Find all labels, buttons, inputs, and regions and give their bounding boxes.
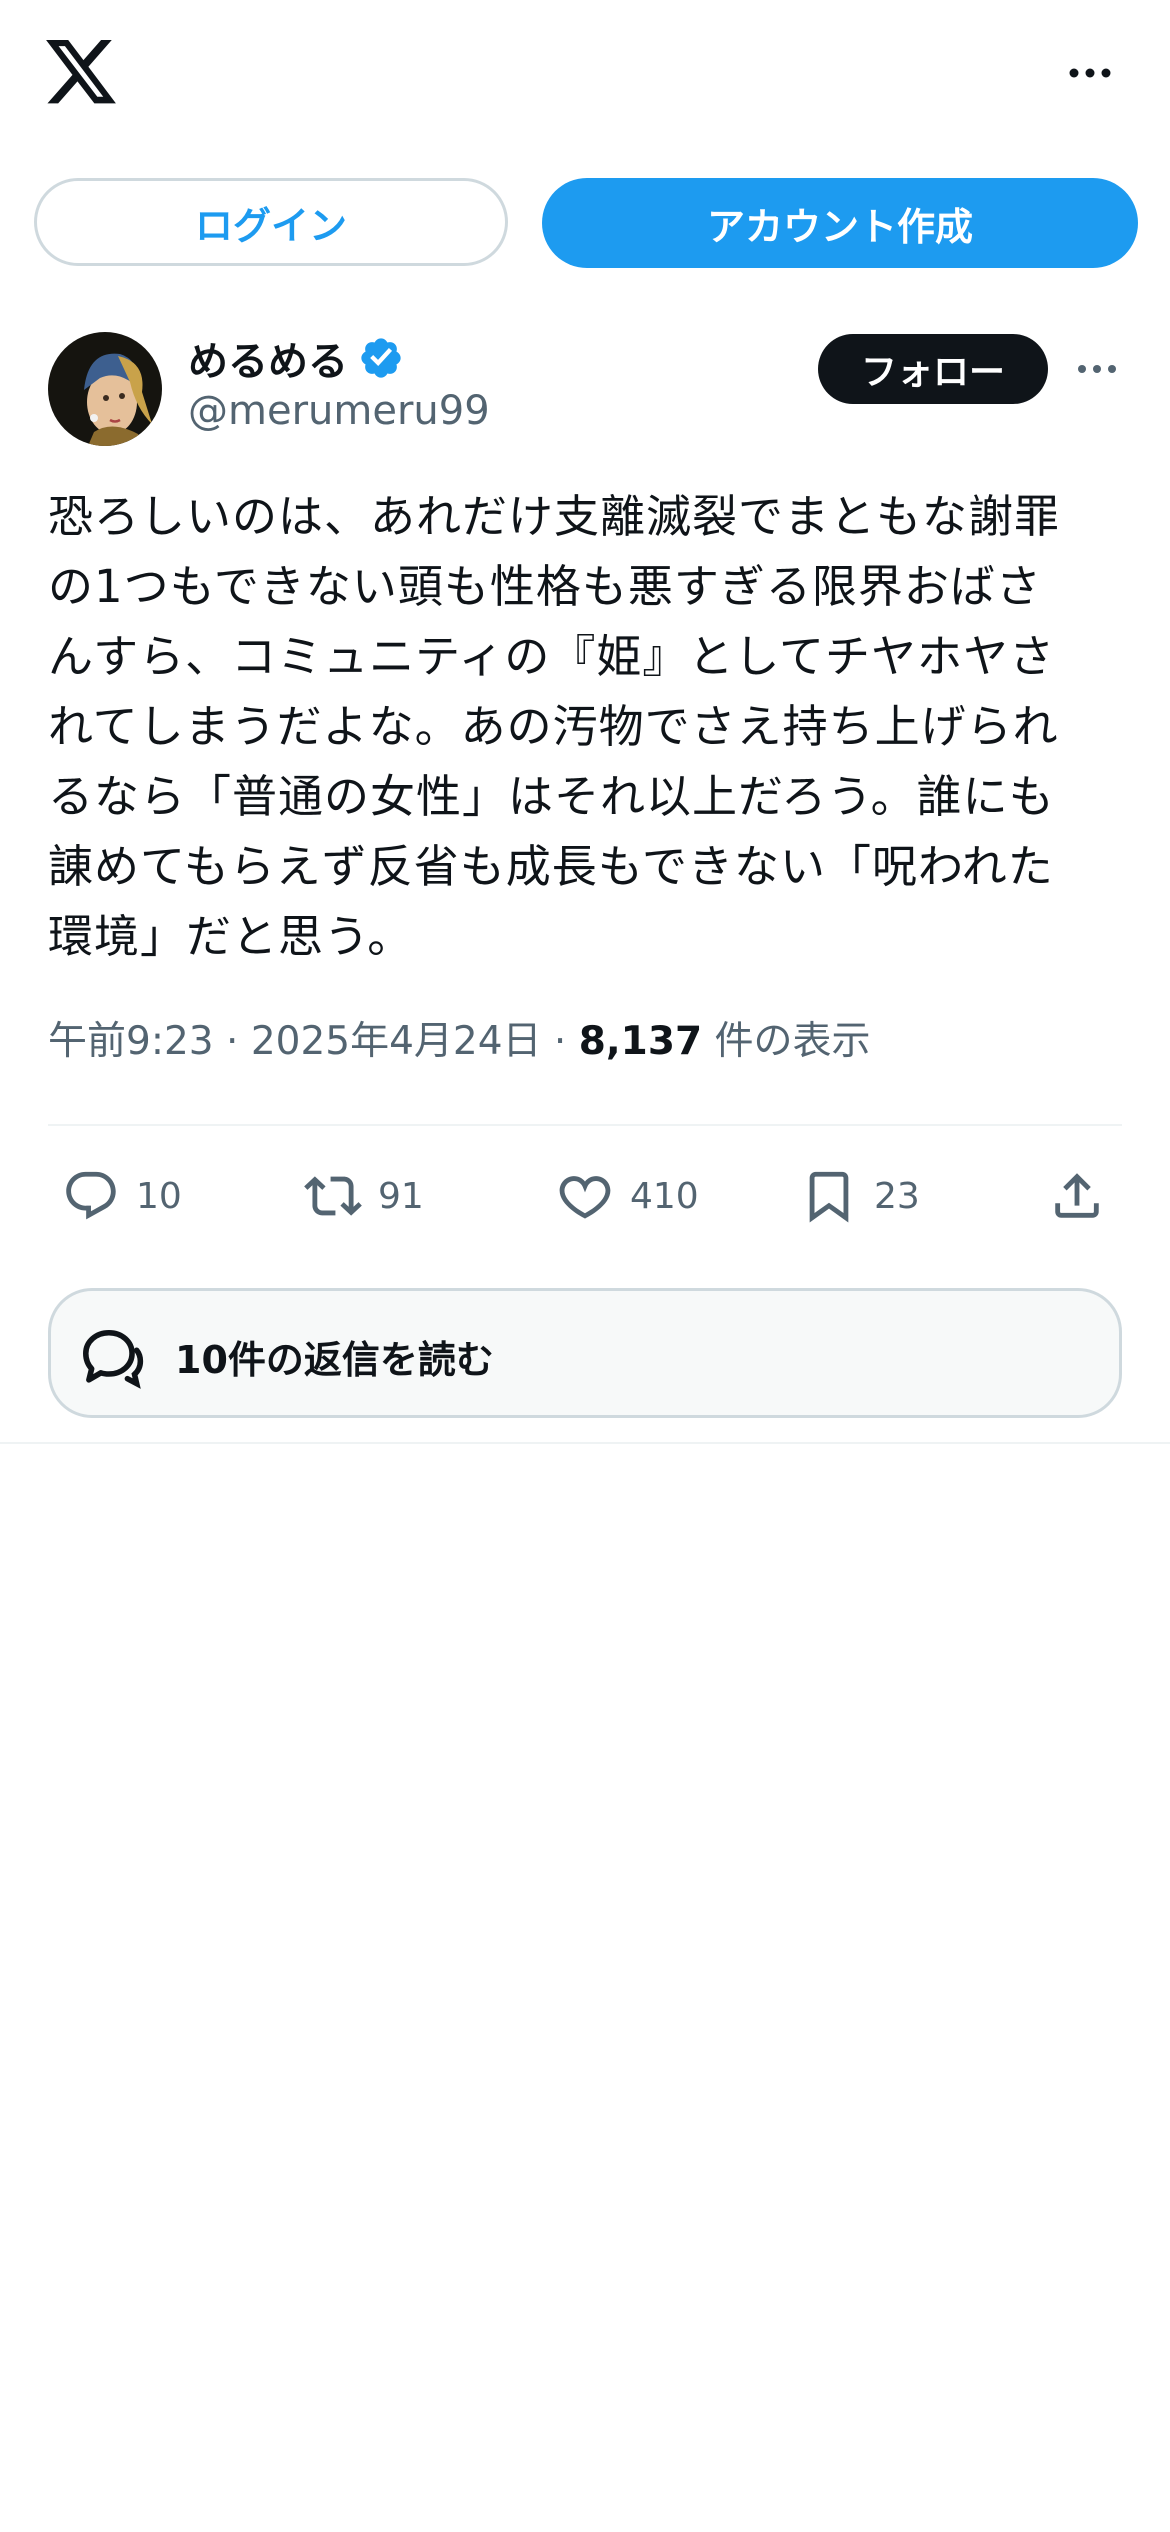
auth-buttons: ログイン アカウント作成	[0, 178, 1170, 272]
bookmark-button[interactable]: 23	[800, 1160, 920, 1232]
login-button[interactable]: ログイン	[34, 178, 508, 266]
tweet-date[interactable]: 2025年4月24日	[251, 1019, 542, 1064]
like-button[interactable]: 410	[556, 1160, 699, 1232]
divider	[0, 1442, 1170, 1444]
reply-button[interactable]: 10	[62, 1160, 182, 1232]
tweet-meta: 午前9:23 · 2025年4月24日 · 8,137 件の表示	[48, 1010, 871, 1066]
divider	[48, 1124, 1122, 1126]
action-bar: 10 91 410 23	[0, 1160, 1170, 1232]
display-name[interactable]: めるめる	[188, 329, 348, 387]
follow-button[interactable]: フォロー	[818, 334, 1048, 404]
user-handle[interactable]: @merumeru99	[188, 388, 490, 434]
retweet-icon	[304, 1176, 362, 1216]
like-count: 410	[630, 1175, 699, 1217]
top-bar	[0, 0, 1170, 150]
retweet-count: 91	[378, 1175, 424, 1217]
more-horizontal-icon[interactable]	[1066, 58, 1114, 88]
meta-separator: ·	[226, 1019, 239, 1064]
tweet-header: めるめる @merumeru99 フォロー	[0, 330, 1170, 450]
retweet-button[interactable]: 91	[304, 1160, 424, 1232]
reply-icon	[66, 1171, 116, 1220]
tweet-more-icon[interactable]	[1075, 354, 1119, 384]
tweet-text: 恐ろしいのは、あれだけ支離滅裂でまともな謝罪 の1つもできない頭も性格も悪すぎる…	[48, 490, 1061, 963]
share-icon	[1055, 1173, 1099, 1218]
views-count: 8,137	[578, 1019, 703, 1064]
avatar[interactable]	[48, 332, 162, 446]
chat-bubble-icon	[83, 1329, 144, 1389]
name-row: めるめる	[188, 330, 404, 386]
x-logo-icon[interactable]	[46, 40, 116, 104]
share-button[interactable]	[1048, 1160, 1106, 1232]
verified-badge-icon	[361, 338, 401, 378]
read-replies-button[interactable]: 10件の返信を読む	[48, 1288, 1122, 1418]
signup-button[interactable]: アカウント作成	[542, 178, 1138, 268]
reply-count: 10	[136, 1175, 182, 1217]
read-replies-label: 10件の返信を読む	[175, 1338, 494, 1382]
meta-separator: ·	[553, 1019, 567, 1064]
tweet-time[interactable]: 午前9:23	[48, 1019, 214, 1064]
bookmark-count: 23	[874, 1175, 920, 1217]
views-label: 件の表示	[714, 1019, 871, 1064]
bookmark-icon	[809, 1171, 849, 1223]
heart-icon	[559, 1176, 611, 1219]
